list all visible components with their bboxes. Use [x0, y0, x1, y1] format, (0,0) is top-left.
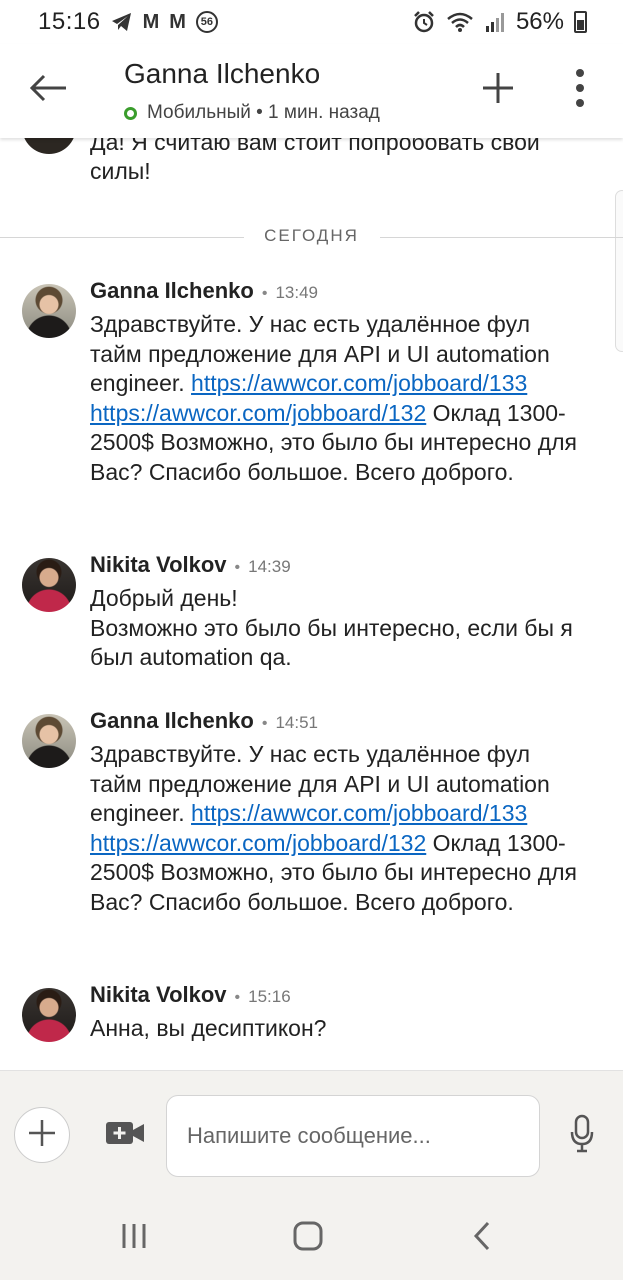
message-body: Добрый день! Возможно это было бы интере… — [90, 584, 580, 673]
message-text: Возможно это было бы интересно, если бы … — [90, 614, 573, 671]
telegram-icon — [111, 12, 133, 32]
signal-icon — [484, 11, 506, 33]
scroll-handle[interactable] — [615, 190, 623, 352]
status-time: 15:16 — [38, 8, 101, 35]
date-divider: СЕГОДНЯ — [0, 226, 623, 248]
voice-message-button[interactable] — [566, 1114, 598, 1159]
message-meta: Nikita Volkov • 14:39 — [90, 552, 291, 578]
home-button[interactable] — [286, 1218, 330, 1258]
author-name[interactable]: Ganna Ilchenko — [90, 278, 254, 304]
meta-separator: • — [234, 989, 241, 1006]
meta-separator: • — [234, 559, 241, 576]
back-button[interactable] — [22, 68, 74, 112]
author-name[interactable]: Nikita Volkov — [90, 552, 227, 578]
meta-separator: • — [261, 285, 268, 302]
status-right: 56% — [412, 8, 587, 36]
status-bar: 15:16 M M 56 56% — [0, 0, 623, 44]
job-link[interactable]: https://awwcor.com/jobboard/132 — [90, 400, 426, 426]
message-time: 15:16 — [248, 987, 291, 1006]
job-link[interactable]: https://awwcor.com/jobboard/133 — [191, 800, 527, 826]
job-link[interactable]: https://awwcor.com/jobboard/133 — [191, 370, 527, 396]
avatar[interactable] — [22, 714, 76, 768]
message-time: 14:51 — [275, 713, 318, 732]
message-meta: Nikita Volkov • 15:16 — [90, 982, 291, 1008]
alarm-icon — [412, 10, 436, 34]
wifi-icon — [446, 11, 474, 33]
status-left: 15:16 M M 56 — [38, 8, 218, 36]
avatar[interactable] — [22, 988, 76, 1042]
recent-apps-icon — [120, 1222, 148, 1255]
microphone-icon — [569, 1114, 595, 1159]
message-body: Анна, вы десиптикон? — [90, 1014, 580, 1044]
message-input[interactable] — [166, 1095, 540, 1177]
message-meta: Ganna Ilchenko • 13:49 — [90, 278, 318, 304]
attach-button[interactable] — [14, 1107, 70, 1163]
divider-label: СЕГОДНЯ — [264, 226, 359, 245]
plus-circle-icon — [27, 1118, 57, 1153]
message-text: Анна, вы десиптикон? — [90, 1015, 327, 1041]
avatar[interactable] — [22, 138, 76, 154]
more-options-button[interactable] — [562, 68, 598, 112]
gmail-icon: M — [142, 10, 160, 33]
recent-apps-button[interactable] — [112, 1218, 156, 1258]
system-back-button[interactable] — [460, 1218, 504, 1258]
message-text: Добрый день! — [90, 585, 238, 611]
message-body: Здравствуйте. У нас есть удалённое фул т… — [90, 310, 580, 487]
plus-icon — [481, 71, 515, 110]
presence-text: Мобильный • 1 мин. назад — [147, 102, 380, 123]
message-text: Да! Я считаю вам стоит попробовать свои … — [90, 138, 540, 184]
presence-status: Мобильный • 1 мин. назад — [124, 102, 380, 124]
home-icon — [293, 1221, 323, 1256]
message-time: 14:39 — [248, 557, 291, 576]
message-time: 13:49 — [275, 283, 318, 302]
gmail-icon-2: M — [169, 10, 186, 33]
avatar[interactable] — [22, 284, 76, 338]
video-plus-icon — [105, 1120, 145, 1151]
online-dot-icon — [124, 106, 137, 120]
battery-icon — [574, 11, 587, 33]
message-list[interactable]: Да! Я считаю вам стоит попробовать свои … — [0, 138, 623, 1070]
more-vertical-icon — [575, 68, 585, 112]
author-name[interactable]: Ganna Ilchenko — [90, 708, 254, 734]
arrow-left-icon — [28, 73, 68, 108]
message-body: Здравствуйте. У нас есть удалённое фул т… — [90, 740, 580, 917]
notification-badge-icon: 56 — [195, 11, 218, 33]
job-link[interactable]: https://awwcor.com/jobboard/132 — [90, 830, 426, 856]
author-name[interactable]: Nikita Volkov — [90, 982, 227, 1008]
video-call-button[interactable] — [104, 1119, 146, 1151]
chevron-left-icon — [472, 1221, 492, 1256]
system-navigation-bar — [0, 1196, 623, 1280]
conversation-header: Ganna Ilchenko Мобильный • 1 мин. назад — [0, 44, 623, 138]
message-meta: Ganna Ilchenko • 14:51 — [90, 708, 318, 734]
meta-separator: • — [261, 715, 268, 732]
add-participant-button[interactable] — [474, 68, 522, 112]
avatar[interactable] — [22, 558, 76, 612]
message-composer — [0, 1070, 623, 1196]
battery-percent: 56% — [515, 8, 564, 35]
contact-name[interactable]: Ganna Ilchenko — [124, 58, 320, 90]
